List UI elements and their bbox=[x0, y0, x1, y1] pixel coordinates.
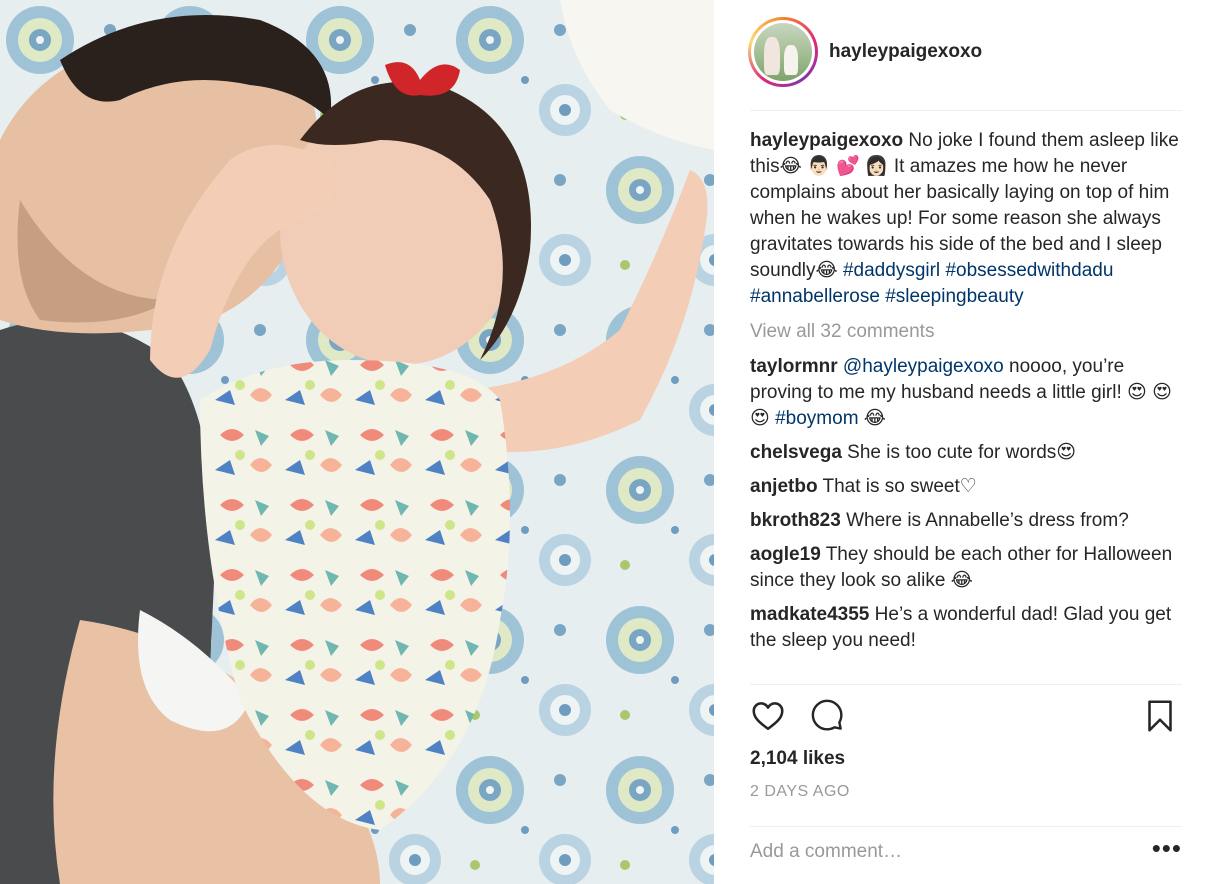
add-comment-bar: ••• bbox=[750, 826, 1182, 882]
hashtag-link[interactable]: #boymom bbox=[775, 408, 858, 429]
author-username[interactable]: hayleypaigexoxo bbox=[829, 41, 982, 63]
comment-button[interactable] bbox=[810, 698, 850, 738]
comment-item: bkroth823 Where is Annabelle’s dress fro… bbox=[750, 508, 1182, 534]
hashtag-link[interactable]: #obsessedwithdadu bbox=[945, 260, 1113, 281]
comment-username[interactable]: madkate4355 bbox=[750, 604, 869, 625]
like-button[interactable] bbox=[750, 698, 790, 738]
comment-text: That is so sweet♡ bbox=[817, 476, 977, 497]
avatar-image bbox=[754, 23, 812, 81]
post-header: hayleypaigexoxo bbox=[714, 0, 1214, 110]
header-divider bbox=[750, 110, 1182, 111]
hashtag-link[interactable]: #daddysgirl bbox=[843, 260, 940, 281]
mention-link[interactable]: @hayleypaigexoxo bbox=[843, 356, 1004, 377]
comment-item: taylormnr @hayleypaigexoxo noooo, you’re… bbox=[750, 354, 1182, 432]
comment-item: chelsvega She is too cute for words😍 bbox=[750, 440, 1182, 466]
add-comment-input[interactable] bbox=[750, 836, 1130, 868]
view-all-comments-link[interactable]: View all 32 comments bbox=[750, 319, 1182, 345]
comment-item: aogle19 They should be each other for Ha… bbox=[750, 542, 1182, 594]
comment-username[interactable]: bkroth823 bbox=[750, 510, 841, 531]
story-ring[interactable] bbox=[748, 17, 818, 87]
comment-username[interactable]: chelsvega bbox=[750, 442, 842, 463]
save-button[interactable] bbox=[1142, 698, 1182, 738]
caption: hayleypaigexoxo No joke I found them asl… bbox=[750, 128, 1182, 310]
caption-username[interactable]: hayleypaigexoxo bbox=[750, 130, 903, 151]
actions-divider bbox=[750, 684, 1182, 685]
avatar[interactable] bbox=[751, 20, 815, 84]
photo-illustration bbox=[0, 0, 714, 884]
hashtag-link[interactable]: #annabellerose bbox=[750, 286, 880, 307]
comment-username[interactable]: anjetbo bbox=[750, 476, 818, 497]
hashtag-link[interactable]: #sleepingbeauty bbox=[885, 286, 1023, 307]
action-bar bbox=[750, 698, 1182, 738]
heart-icon bbox=[752, 702, 784, 731]
comment-item: anjetbo That is so sweet♡ bbox=[750, 474, 1182, 500]
caption-text: No joke I found them asleep like this😂 👨… bbox=[750, 130, 1179, 281]
post-date[interactable]: 2 DAYS AGO bbox=[750, 783, 850, 801]
comments-section: hayleypaigexoxo No joke I found them asl… bbox=[750, 128, 1182, 683]
post-sidebar: hayleypaigexoxo hayleypaigexoxo No joke … bbox=[714, 0, 1214, 884]
comment-text: Where is Annabelle’s dress from? bbox=[840, 510, 1129, 531]
comment-bubble-icon bbox=[811, 699, 843, 731]
post-photo[interactable] bbox=[0, 0, 714, 884]
comment-username[interactable]: taylormnr bbox=[750, 356, 838, 377]
comment-item: madkate4355 He’s a wonderful dad! Glad y… bbox=[750, 602, 1182, 654]
comment-username[interactable]: aogle19 bbox=[750, 544, 821, 565]
instagram-post: hayleypaigexoxo hayleypaigexoxo No joke … bbox=[0, 0, 1214, 884]
comment-text-suffix: 😂 bbox=[858, 408, 886, 429]
likes-count[interactable]: 2,104 likes bbox=[750, 748, 845, 770]
bookmark-icon bbox=[1148, 700, 1172, 732]
more-options-icon[interactable]: ••• bbox=[1152, 835, 1182, 861]
comment-text: She is too cute for words😍 bbox=[841, 442, 1077, 463]
